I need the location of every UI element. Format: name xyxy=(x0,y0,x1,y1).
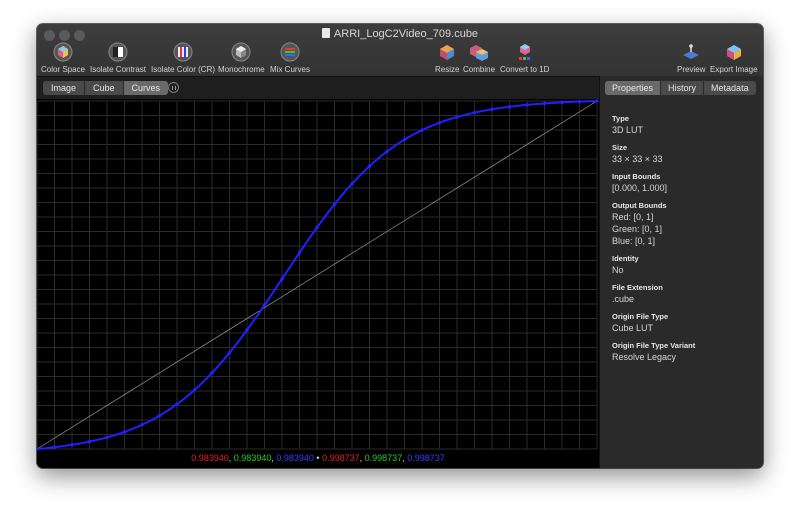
property-file-extension: File Extension .cube xyxy=(612,282,757,305)
curve-sample-point xyxy=(105,435,109,440)
curve-sample-point xyxy=(542,101,547,106)
curve-sample-point xyxy=(315,225,319,230)
curve-sample-point xyxy=(385,149,389,154)
readout-output-green: 0.998737 xyxy=(364,453,403,463)
curve-sample-point xyxy=(262,303,267,307)
curves-plot[interactable] xyxy=(37,99,599,468)
property-output-bounds: Output Bounds Red: [0, 1] Green: [0, 1] … xyxy=(612,200,757,247)
resize-icon xyxy=(440,45,455,60)
pause-icon[interactable] xyxy=(168,82,179,93)
resize-button[interactable]: Resize xyxy=(435,42,459,74)
readout-output-red: 0.998737 xyxy=(322,453,360,463)
tab-metadata[interactable]: Metadata xyxy=(704,81,756,95)
property-value: Resolve Legacy xyxy=(612,352,677,362)
curve-sample-point xyxy=(227,350,232,355)
preview-icon xyxy=(683,44,700,59)
property-value: Cube LUT xyxy=(612,323,654,333)
curve-sample-point xyxy=(140,422,144,427)
isolate-contrast-icon xyxy=(108,42,128,62)
property-label: Type xyxy=(612,114,629,123)
combine-button[interactable]: Combine xyxy=(463,42,495,74)
readout-input-blue: 0.983940 xyxy=(276,453,314,463)
value-readout: 0.983940, 0.983940, 0.983940 • 0.998737,… xyxy=(37,453,599,463)
property-size: Size 33 × 33 × 33 xyxy=(612,142,757,165)
view-mode-tabs: Image Cube Curves xyxy=(43,81,169,95)
app-window: ARRI_LogC2Video_709.cube Color Space Iso… xyxy=(37,24,763,468)
readout-output-blue: 0.998737 xyxy=(407,453,445,463)
property-value: Red: [0, 1] Green: [0, 1] Blue: [0, 1] xyxy=(612,212,663,246)
convert-1d-button[interactable]: Convert to 1D xyxy=(500,42,549,74)
curve-sample-point xyxy=(367,164,372,168)
curve-sample-point xyxy=(192,388,197,392)
curve-sample-point xyxy=(297,250,302,255)
export-image-button[interactable]: Export Image xyxy=(710,42,758,74)
tab-image[interactable]: Image xyxy=(43,81,86,95)
tab-curves[interactable]: Curves xyxy=(123,81,169,95)
property-value: 3D LUT xyxy=(612,125,644,135)
property-label: File Extension xyxy=(612,283,663,292)
property-label: Identity xyxy=(612,254,639,263)
curve-sample-point xyxy=(245,328,249,332)
property-label: Output Bounds xyxy=(612,201,667,210)
mix-curves-icon xyxy=(280,42,300,62)
property-value: .cube xyxy=(612,294,635,304)
window-title: ARRI_LogC2Video_709.cube xyxy=(37,28,763,40)
property-value: 33 × 33 × 33 xyxy=(612,154,663,164)
isolate-color-button[interactable]: Isolate Color (CR) xyxy=(151,42,215,74)
tab-cube[interactable]: Cube xyxy=(85,81,124,95)
mix-curves-button[interactable]: Mix Curves xyxy=(270,42,310,74)
curve-sample-point xyxy=(175,402,179,406)
curve-sample-point xyxy=(210,371,214,375)
inspector-tabs: Properties History Metadata xyxy=(605,81,756,95)
curve-sample-point xyxy=(525,103,529,107)
curve-sample-point xyxy=(472,110,477,115)
readout-input-red: 0.983940 xyxy=(191,453,229,463)
curve-sample-point xyxy=(70,442,74,447)
monochrome-icon xyxy=(231,42,251,62)
property-label: Input Bounds xyxy=(612,172,661,181)
curve-sample-point xyxy=(332,202,337,207)
properties-list: Type 3D LUT Size 33 × 33 × 33 Input Boun… xyxy=(612,113,757,369)
color-space-button[interactable]: Color Space xyxy=(41,42,85,74)
property-value: No xyxy=(612,265,624,275)
export-image-icon xyxy=(726,45,741,60)
curve-sample-point xyxy=(420,128,424,132)
readout-input-green: 0.983940 xyxy=(233,453,272,463)
curve-sample-point xyxy=(402,137,407,142)
property-label: Origin File Type Variant xyxy=(612,341,696,350)
curve-sample-point xyxy=(455,115,459,119)
property-label: Origin File Type xyxy=(612,312,669,321)
property-origin-file-type-variant: Origin File Type Variant Resolve Legacy xyxy=(612,340,757,363)
combine-icon xyxy=(470,45,488,61)
isolate-color-icon xyxy=(173,42,193,62)
property-origin-file-type: Origin File Type Cube LUT xyxy=(612,311,757,334)
preview-button[interactable]: Preview xyxy=(677,42,705,74)
curve-sample-point xyxy=(122,430,127,434)
curve-sample-point xyxy=(577,99,582,104)
property-value: [0.000, 1.000] xyxy=(612,183,668,193)
document-icon xyxy=(321,28,330,38)
monochrome-button[interactable]: Monochrome xyxy=(218,42,265,74)
inspector-panel: Properties History Metadata Type 3D LUT … xyxy=(600,76,763,468)
curve-sample-point xyxy=(437,120,442,125)
isolate-contrast-button[interactable]: Isolate Contrast xyxy=(90,42,146,74)
curve-sample-point xyxy=(280,277,284,281)
curve-sample-point xyxy=(52,445,57,449)
property-label: Size xyxy=(612,143,628,152)
curve-sample-point xyxy=(560,100,564,105)
property-identity: Identity No xyxy=(612,253,757,276)
title-bar: ARRI_LogC2Video_709.cube Color Space Iso… xyxy=(37,24,763,77)
convert-1d-icon xyxy=(518,44,530,60)
property-input-bounds: Input Bounds [0.000, 1.000] xyxy=(612,171,757,194)
curve-sample-point xyxy=(490,107,494,112)
color-space-icon xyxy=(53,42,73,62)
curve-sample-point xyxy=(507,104,512,109)
property-type: Type 3D LUT xyxy=(612,113,757,136)
tab-properties[interactable]: Properties xyxy=(605,81,662,95)
curve-sample-point xyxy=(87,439,92,444)
tab-history[interactable]: History xyxy=(661,81,705,95)
curve-sample-point xyxy=(157,413,162,418)
readout-separator: • xyxy=(316,453,320,463)
curve-sample-point xyxy=(350,181,354,186)
